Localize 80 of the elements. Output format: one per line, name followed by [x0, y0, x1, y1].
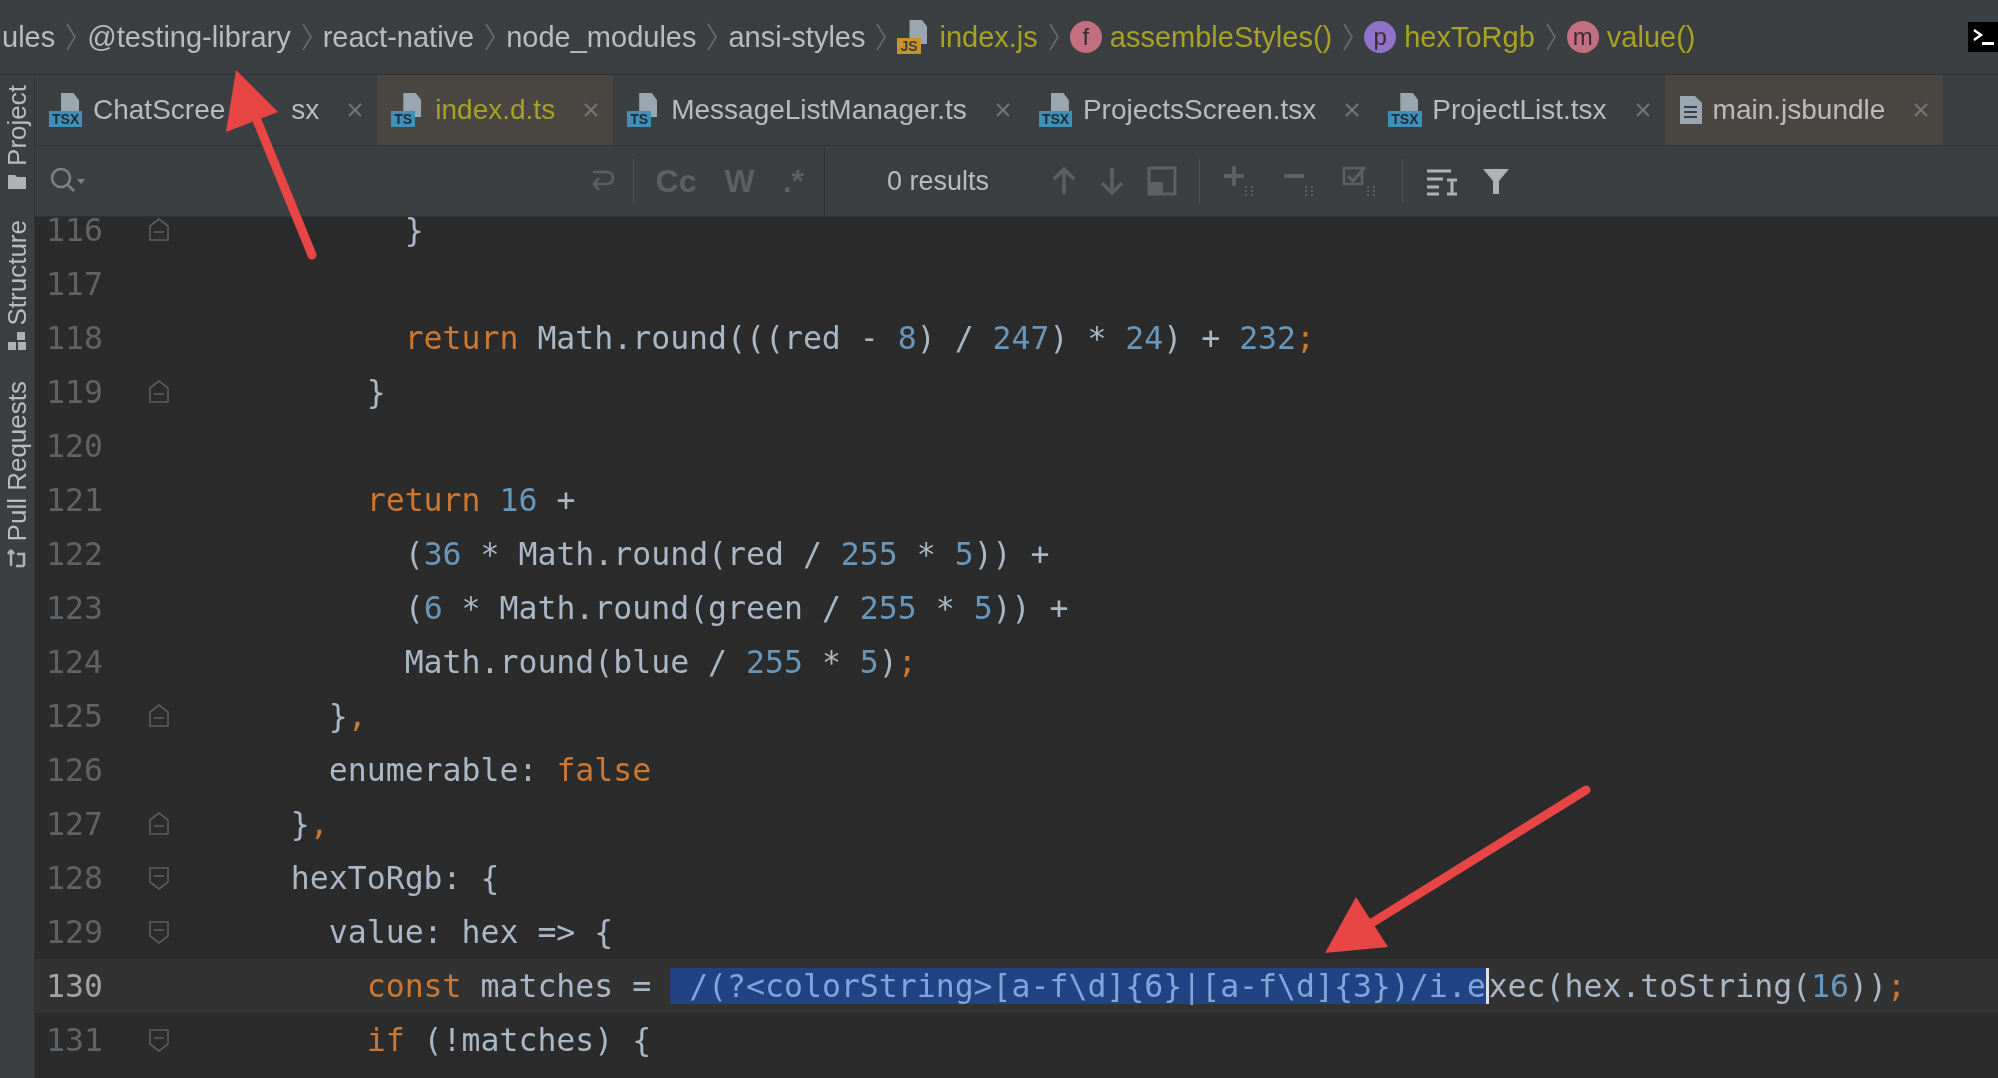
- line-number: 118: [45, 320, 103, 356]
- line-number: 121: [45, 482, 103, 518]
- fold-marker-icon[interactable]: [148, 866, 170, 890]
- chevron-icon: [65, 22, 78, 52]
- editor-tab[interactable]: TSX ProjectsScreen.tsx: [1024, 75, 1375, 145]
- editor-tab[interactable]: TS index.d.ts: [377, 75, 614, 145]
- line-number: 131: [45, 1022, 103, 1058]
- fold-marker-icon[interactable]: [148, 380, 170, 404]
- filter-icon[interactable]: [1481, 166, 1512, 196]
- close-icon[interactable]: [1634, 102, 1651, 118]
- tool-window-tab[interactable]: Structure: [0, 219, 34, 352]
- code-line: hexToRgb: {: [289, 860, 500, 896]
- line-number: 123: [45, 590, 103, 626]
- close-icon[interactable]: [994, 102, 1011, 118]
- pull-request-icon: [7, 547, 27, 568]
- line-number: 128: [45, 860, 103, 896]
- chevron-icon: [300, 22, 313, 52]
- structure-icon: [7, 331, 27, 352]
- arrow-down-icon[interactable]: [1099, 166, 1126, 196]
- chevron-icon: [1342, 22, 1355, 52]
- line-number: 120: [45, 428, 103, 464]
- breadcrumb-item[interactable]: m value(): [1566, 20, 1696, 54]
- chevron-icon: [1544, 22, 1557, 52]
- code-line: if (!matches) {: [365, 1022, 652, 1058]
- breadcrumb-item[interactable]: JS index.js: [897, 20, 1038, 54]
- line-number: 125: [45, 698, 103, 734]
- symbol-icon: p: [1364, 21, 1397, 53]
- fold-marker-icon[interactable]: [148, 1028, 170, 1052]
- tab-label-tail: sx: [291, 94, 320, 126]
- breadcrumb-item[interactable]: react-native: [322, 20, 475, 54]
- line-number: 127: [45, 806, 103, 842]
- code-line: },: [327, 698, 367, 734]
- symbol-icon: f: [1069, 21, 1102, 53]
- breadcrumb-item[interactable]: f assembleStyles(): [1069, 20, 1333, 54]
- arrow-up-icon[interactable]: [1051, 166, 1078, 196]
- editor-tab[interactable]: TSX ProjectList.tsx: [1374, 75, 1665, 145]
- close-icon[interactable]: [1913, 102, 1930, 118]
- tool-window-tab[interactable]: Pull Requests: [0, 381, 34, 568]
- code-line: enumerable: false: [327, 752, 652, 788]
- chevron-icon: [875, 22, 888, 52]
- editor-tab[interactable]: main.jsbundle: [1664, 75, 1944, 145]
- breadcrumb-item[interactable]: ansi-styles: [728, 20, 866, 54]
- fold-marker-icon[interactable]: [148, 920, 170, 944]
- code-line: (6 * Math.round(green / 255 * 5)) +: [403, 590, 1069, 626]
- line-number: 119: [45, 374, 103, 410]
- breadcrumb-item[interactable]: ules: [2, 20, 56, 54]
- line-number: 116: [45, 217, 103, 248]
- code-line: (36 * Math.round(red / 255 * 5)) +: [403, 536, 1050, 572]
- chevron-icon: [706, 22, 719, 52]
- line-number: 126: [45, 752, 103, 788]
- close-icon[interactable]: [583, 102, 600, 118]
- code-line: Math.round(blue / 255 * 5);: [403, 644, 917, 680]
- code-line: }: [403, 217, 424, 248]
- editor-tab[interactable]: TS MessageListManager.ts: [613, 75, 1025, 145]
- chevron-icon: [1047, 22, 1060, 52]
- results-count: 0 results: [887, 165, 990, 197]
- breadcrumb-item[interactable]: @testing-library: [87, 20, 291, 54]
- code-line: return Math.round(((red - 8) / 247) * 24) + 232;: [403, 320, 1315, 356]
- terminal-icon[interactable]: [1968, 22, 1998, 52]
- code-line: return 16 +: [365, 482, 576, 518]
- line-number: 124: [45, 644, 103, 680]
- line-number: 117: [45, 266, 103, 302]
- line-number: 129: [45, 914, 103, 950]
- fold-marker-icon[interactable]: [148, 812, 170, 836]
- close-icon[interactable]: [1344, 102, 1361, 118]
- code-line: },: [289, 806, 329, 842]
- line-number: 122: [45, 536, 103, 572]
- symbol-icon: m: [1566, 21, 1599, 53]
- breadcrumb-item[interactable]: node_modules: [506, 20, 697, 54]
- chevron-icon: [484, 22, 497, 52]
- fold-marker-icon[interactable]: [148, 218, 170, 242]
- close-icon[interactable]: [347, 102, 364, 118]
- tool-window-tab[interactable]: Project: [0, 85, 34, 190]
- code-line: value: hex => {: [327, 914, 614, 950]
- document-icon: [1678, 95, 1703, 125]
- breadcrumb-item[interactable]: p hexToRgb: [1364, 20, 1535, 54]
- code-line: }: [365, 374, 386, 410]
- line-number: 130: [45, 968, 103, 1004]
- fold-marker-icon[interactable]: [148, 704, 170, 728]
- window-icon[interactable]: [1147, 166, 1178, 196]
